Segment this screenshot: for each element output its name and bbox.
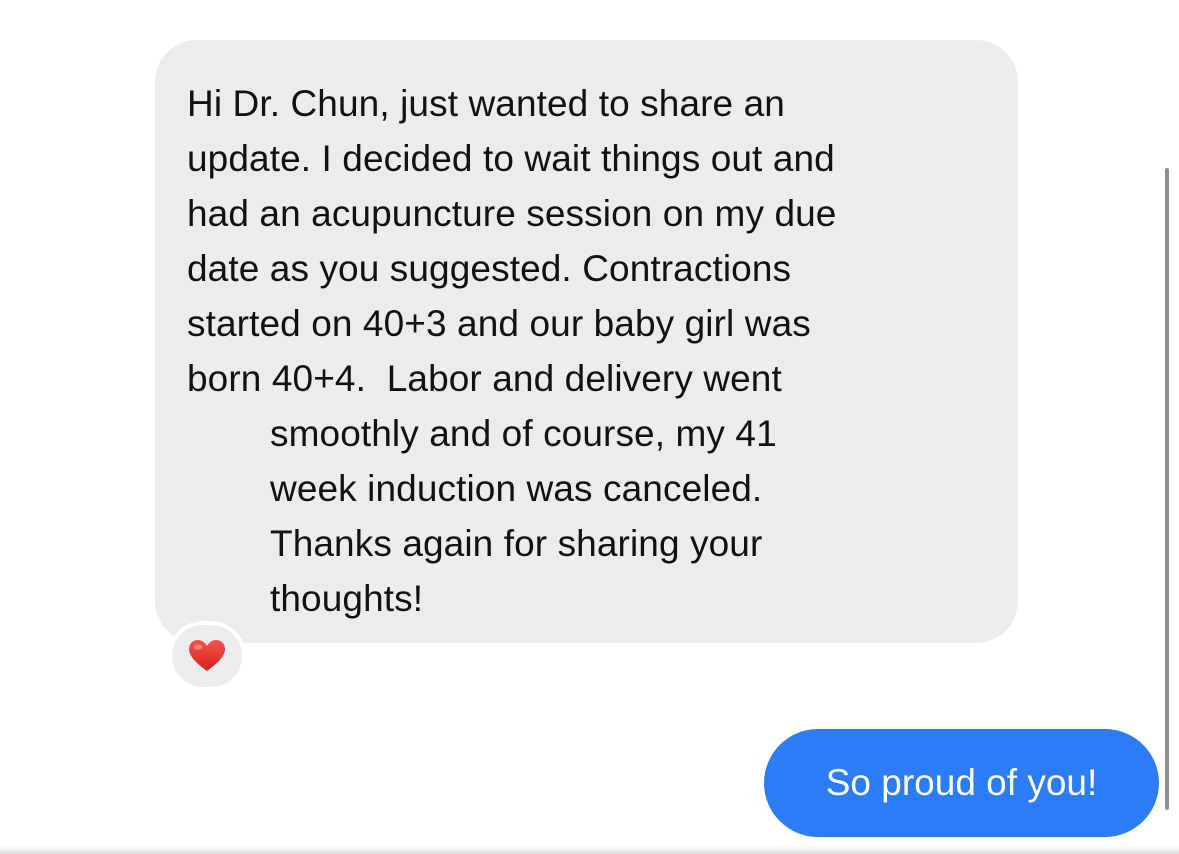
message-line: smoothly and of course, my 41 [270,413,777,454]
outgoing-message-text: So proud of you! [825,762,1098,803]
outgoing-message-bubble[interactable]: So proud of you! [764,729,1159,837]
message-line: update. I decided to wait things out and [187,138,835,179]
message-line: date as you suggested. Contractions [187,248,792,289]
message-line: Hi Dr. Chun, just wanted to share an [187,83,785,124]
divider [0,846,1179,854]
heart-reaction-badge[interactable] [168,621,246,691]
message-line: had an acupuncture session on my due [187,193,837,234]
scrollbar[interactable] [1165,168,1169,810]
message-line: started on 40+3 and our baby girl was [187,303,811,344]
heart-icon [189,640,225,671]
message-thread: Hi Dr. Chun, just wanted to share an upd… [0,0,1179,854]
message-line: born 40+4. Labor and delivery went [187,358,782,399]
incoming-message-bubble[interactable]: Hi Dr. Chun, just wanted to share an upd… [155,40,1018,643]
message-line: week induction was canceled. [270,468,763,509]
message-line: thoughts! [270,578,424,619]
message-line: Thanks again for sharing your [270,523,763,564]
